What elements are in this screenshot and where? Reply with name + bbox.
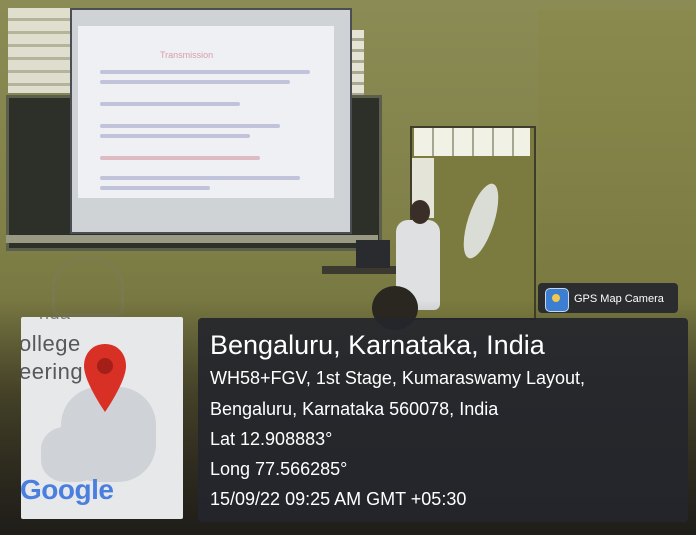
location-city: Bengaluru, Karnataka, India: [210, 330, 545, 360]
map-label: ollege: [21, 331, 81, 356]
chalk-tray: [6, 235, 378, 243]
camera-lens-dot: [552, 294, 560, 302]
laptop: [356, 240, 390, 268]
map-pin-icon: [84, 344, 126, 412]
google-logo-text: Google: [20, 474, 114, 505]
address-line-2: Bengaluru, Karnataka 560078, India: [210, 399, 499, 419]
map-label: eering: [21, 359, 84, 384]
google-logo: Google: [20, 474, 114, 506]
presenter-head: [410, 200, 430, 224]
timestamp: 15/09/22 09:25 AM GMT +05:30: [210, 489, 467, 509]
address-line-1: WH58+FGV, 1st Stage, Kumaraswamy Layout,: [210, 368, 586, 388]
slide-text-line: [100, 156, 260, 160]
slide-text-line: [100, 70, 310, 74]
door-window: [414, 128, 530, 156]
slide-title: Transmission: [160, 50, 214, 60]
back-wall: [538, 10, 696, 310]
slide-text-line: [100, 134, 250, 138]
longitude: Long 77.566285°: [210, 459, 348, 479]
slide-text-line: [100, 102, 240, 106]
latitude: Lat 12.908883°: [210, 429, 333, 449]
slide-text-line: [100, 186, 210, 190]
slide-text-line: [100, 176, 300, 180]
window-blinds-left: [8, 8, 74, 93]
slide-text-line: [100, 80, 290, 84]
map-label: nda: [39, 317, 71, 324]
slide-text-line: [100, 124, 280, 128]
badge-label: GPS Map Camera: [574, 293, 664, 305]
